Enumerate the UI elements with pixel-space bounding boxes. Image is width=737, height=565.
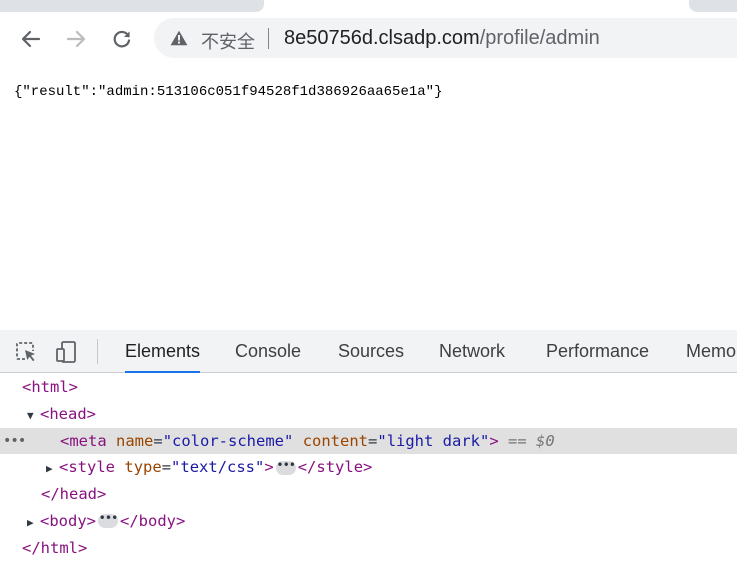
style-type-value: "text/css" <box>171 458 265 477</box>
meta-name-attr: name <box>116 431 154 450</box>
tab-sources[interactable]: Sources <box>338 330 404 372</box>
dom-node-head[interactable]: ▼ <head> <box>0 401 737 428</box>
tab-strip <box>0 0 737 14</box>
selected-node-marker: == $0 <box>508 431 555 450</box>
meta-tag-open: <meta <box>60 431 107 450</box>
body-close-tag: </body> <box>120 511 186 530</box>
expand-triangle-icon[interactable]: ▼ <box>27 403 40 430</box>
inspect-element-icon[interactable] <box>14 340 38 364</box>
url-text[interactable]: 8e50756d.clsadp.com/profile/admin <box>284 27 600 50</box>
expand-triangle-icon[interactable]: ▶ <box>27 510 40 537</box>
back-arrow-icon <box>21 30 41 48</box>
dom-node-style[interactable]: ▶ <style type="text/css"> ••• </style> <box>0 454 737 481</box>
warning-icon[interactable] <box>170 30 188 46</box>
meta-content-value: "light dark" <box>377 431 490 450</box>
tab-performance[interactable]: Performance <box>546 330 649 372</box>
style-close-tag: </style> <box>297 458 373 477</box>
style-open-tag: <style <box>59 458 116 477</box>
forward-arrow-icon <box>66 30 86 48</box>
collapsed-content-icon[interactable]: ••• <box>275 459 296 475</box>
browser-toolbar: 不安全 8e50756d.clsadp.com/profile/admin <box>0 14 737 64</box>
forward-button[interactable] <box>59 22 93 56</box>
tab-memory[interactable]: Memo <box>686 330 736 372</box>
reload-button[interactable] <box>105 22 139 56</box>
tab-console[interactable]: Console <box>235 330 301 372</box>
meta-content-attr: content <box>302 431 369 450</box>
devtools-tabbar: Elements Console Sources Network Perform… <box>0 330 737 373</box>
address-bar[interactable]: 不安全 8e50756d.clsadp.com/profile/admin <box>154 18 737 58</box>
expand-triangle-icon[interactable]: ▶ <box>46 456 59 483</box>
dom-node-html[interactable]: <html> <box>0 374 737 401</box>
devtools-panel: Elements Console Sources Network Perform… <box>0 330 737 565</box>
url-path: /profile/admin <box>479 27 600 49</box>
back-button[interactable] <box>14 22 48 56</box>
page-json-output: {"result":"admin:513106c051f94528f1d3869… <box>14 84 443 100</box>
tab-strip-left <box>0 0 264 12</box>
toolbar-separator <box>97 339 98 364</box>
tab-strip-right <box>689 0 737 12</box>
html-close-tag: </html> <box>22 538 88 557</box>
dom-node-html-close[interactable]: </html> <box>0 535 737 562</box>
dom-tree: <html> ▼ <head> ••• <meta name="color-sch… <box>0 374 737 562</box>
html-open-tag: <html> <box>22 378 78 396</box>
dom-node-meta[interactable]: ••• <meta name="color-scheme" content="l… <box>0 427 737 455</box>
more-options-icon[interactable]: ••• <box>3 428 26 455</box>
dom-node-body[interactable]: ▶ <body> ••• </body> <box>0 508 737 535</box>
meta-name-value: "color-scheme" <box>162 431 294 450</box>
body-open-tag: <body> <box>40 511 96 530</box>
url-host: 8e50756d.clsadp.com <box>284 27 480 49</box>
security-status-label[interactable]: 不安全 <box>201 28 255 54</box>
style-type-attr: type <box>124 458 162 477</box>
collapsed-content-icon[interactable]: ••• <box>98 512 118 529</box>
head-open-tag: <head> <box>40 404 96 423</box>
head-close-tag: </head> <box>41 485 107 504</box>
tab-elements[interactable]: Elements <box>125 330 201 373</box>
tab-network[interactable]: Network <box>439 330 505 372</box>
omnibox-divider <box>268 28 269 49</box>
reload-icon <box>113 30 131 48</box>
dom-node-head-close[interactable]: </head> <box>0 481 737 508</box>
device-toolbar-icon[interactable] <box>54 340 78 364</box>
